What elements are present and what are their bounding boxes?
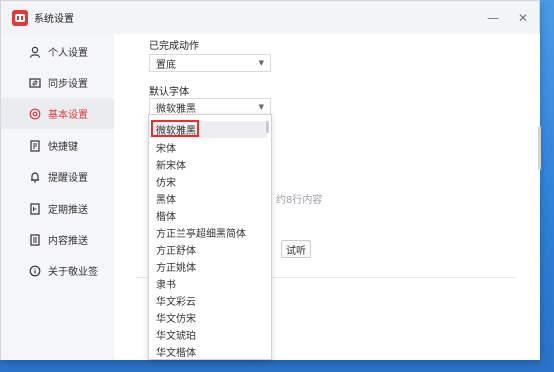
title-bar: 系统设置 — ✕ — [1, 1, 539, 34]
default-font-value: 微软雅黑 — [156, 103, 196, 115]
test-button[interactable]: 试听 — [281, 240, 311, 258]
font-option[interactable]: 华文琥珀 — [149, 326, 267, 343]
font-option[interactable]: 宋体 — [149, 139, 267, 156]
chevron-down-icon: ▼ — [258, 59, 264, 67]
sidebar: 个人设置 同步设置 基本设置 快捷键 提醒设置 定期推送 内容推送 关于敬业签 — [1, 34, 114, 360]
selected-highlight-box — [151, 120, 199, 137]
line-count-text: 约8行内容 — [276, 195, 323, 206]
completed-action-label: 已完成动作 — [149, 41, 199, 52]
font-dropdown-list: 微软雅黑 宋体 新宋体 仿宋 黑体 楷体 方正兰亭超细黑简体 方正舒体 方正姚体… — [148, 114, 272, 360]
close-button[interactable]: ✕ — [517, 12, 529, 24]
font-option[interactable]: 方正兰亭超细黑简体 — [149, 224, 267, 241]
chevron-down-icon: ▼ — [258, 103, 264, 111]
sidebar-item-label: 个人设置 — [48, 48, 88, 59]
sidebar-item-content-push[interactable]: 内容推送 — [1, 224, 114, 255]
sync-icon — [28, 76, 42, 90]
font-option[interactable]: 华文楷体 — [149, 343, 267, 359]
font-option[interactable]: 楷体 — [149, 207, 267, 224]
font-option[interactable]: 华文彩云 — [149, 292, 267, 309]
completed-action-select[interactable]: 置底 ▼ — [149, 54, 271, 72]
sidebar-item-personal[interactable]: 个人设置 — [1, 36, 114, 67]
sidebar-item-basic[interactable]: 基本设置 — [1, 98, 114, 129]
font-option[interactable]: 方正舒体 — [149, 241, 267, 258]
sidebar-item-shortcut[interactable]: 快捷键 — [1, 130, 114, 161]
font-option[interactable]: 新宋体 — [149, 156, 267, 173]
sidebar-item-label: 基本设置 — [48, 110, 88, 121]
sidebar-item-about[interactable]: 关于敬业签 — [1, 255, 114, 286]
sidebar-item-label: 提醒设置 — [48, 173, 88, 184]
default-font-label: 默认字体 — [149, 87, 189, 98]
sidebar-item-label: 同步设置 — [48, 79, 88, 90]
sidebar-item-label: 定期推送 — [48, 205, 88, 216]
dropdown-scrollbar[interactable] — [266, 121, 269, 133]
sidebar-item-scheduled-push[interactable]: 定期推送 — [1, 193, 114, 224]
sidebar-item-label: 内容推送 — [48, 236, 88, 247]
user-icon — [28, 45, 42, 59]
font-option[interactable]: 方正姚体 — [149, 258, 267, 275]
font-option[interactable]: 隶书 — [149, 275, 267, 292]
window-title: 系统设置 — [34, 14, 74, 25]
font-option[interactable]: 黑体 — [149, 190, 267, 207]
sidebar-item-label: 快捷键 — [48, 142, 78, 153]
bell-icon — [28, 170, 42, 184]
minimize-button[interactable]: — — [487, 12, 499, 24]
info-icon — [28, 264, 42, 278]
sidebar-item-label: 关于敬业签 — [48, 267, 98, 278]
font-option[interactable]: 华文仿宋 — [149, 309, 267, 326]
completed-action-value: 置底 — [156, 59, 176, 71]
content-scrollbar[interactable] — [538, 126, 541, 170]
app-logo-icon — [12, 9, 28, 26]
content-icon — [28, 233, 42, 247]
settings-icon — [28, 107, 42, 121]
keyboard-icon — [28, 139, 42, 153]
font-option[interactable]: 仿宋 — [149, 173, 267, 190]
schedule-icon — [28, 202, 42, 216]
sidebar-item-reminder[interactable]: 提醒设置 — [1, 161, 114, 192]
sidebar-item-sync[interactable]: 同步设置 — [1, 67, 114, 98]
